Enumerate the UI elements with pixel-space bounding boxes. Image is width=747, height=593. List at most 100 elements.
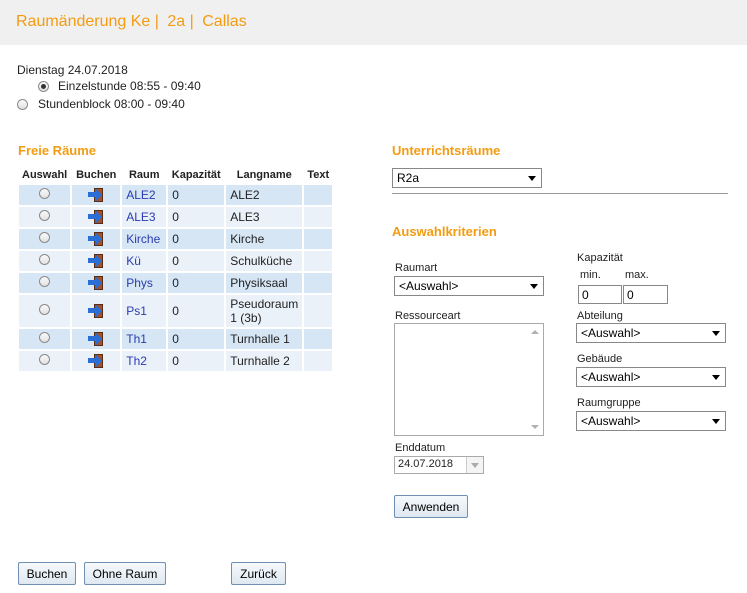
abteilung-value: <Auswahl> [581, 326, 641, 340]
header-teacher: Callas [202, 13, 247, 30]
col-raum: Raum [128, 169, 160, 181]
page-header: Raumänderung Ke | 2a | Callas [0, 0, 747, 45]
raumgruppe-label: Raumgruppe [577, 397, 641, 409]
room-longname: ALE3 [226, 207, 303, 227]
teaching-room-value: R2a [397, 171, 420, 185]
min-label: min. [580, 269, 601, 281]
room-text [304, 185, 333, 205]
back-button[interactable]: Zurück [231, 562, 286, 585]
select-room-radio[interactable] [39, 332, 51, 343]
room-text [304, 251, 333, 271]
select-room-radio[interactable] [39, 210, 51, 221]
room-capacity: 0 [168, 295, 225, 327]
room-longname: Turnhalle 1 [226, 329, 303, 349]
book-room-icon[interactable] [88, 275, 104, 291]
table-row: Kü 0 Schulküche [19, 251, 333, 271]
room-text [304, 229, 333, 249]
raumart-label: Raumart [395, 262, 438, 274]
book-room-icon[interactable] [88, 353, 104, 369]
enddatum-field[interactable]: 24.07.2018 [394, 456, 484, 474]
room-link[interactable]: Th2 [126, 354, 147, 368]
apply-button[interactable]: Anwenden [394, 495, 468, 518]
lesson-date: Dienstag 24.07.2018 [17, 63, 128, 77]
col-kapazitaet: Kapazität [171, 169, 221, 181]
chevron-down-icon [530, 284, 538, 289]
room-link[interactable]: Ps1 [126, 304, 147, 318]
scroll-up-icon[interactable] [531, 330, 539, 334]
option-stundenblock[interactable]: Stundenblock 08:00 - 09:40 [17, 97, 185, 111]
abteilung-label: Abteilung [577, 310, 623, 322]
gebaeude-value: <Auswahl> [581, 370, 641, 384]
teaching-rooms-title: Unterrichtsräume [392, 143, 501, 158]
book-room-icon[interactable] [88, 331, 104, 347]
ressourceart-label: Ressourceart [395, 310, 461, 322]
gebaeude-label: Gebäude [577, 353, 623, 365]
enddatum-value: 24.07.2018 [398, 458, 454, 470]
calendar-dropdown-icon[interactable] [466, 457, 483, 473]
room-link[interactable]: Th1 [126, 332, 147, 346]
table-row: Kirche 0 Kirche [19, 229, 333, 249]
room-link[interactable]: ALE2 [126, 188, 155, 202]
room-capacity: 0 [168, 351, 225, 371]
raumart-value: <Auswahl> [399, 279, 459, 293]
option-stundenblock-label: Stundenblock 08:00 - 09:40 [38, 97, 185, 111]
scroll-down-icon[interactable] [531, 425, 539, 429]
book-button[interactable]: Buchen [18, 562, 76, 585]
book-room-icon[interactable] [88, 209, 104, 225]
room-link[interactable]: Phys [126, 276, 153, 290]
ressourceart-listbox[interactable] [394, 323, 544, 436]
room-link[interactable]: Kirche [126, 232, 160, 246]
raumart-select[interactable]: <Auswahl> [394, 276, 544, 296]
table-row: Phys 0 Physiksaal [19, 273, 333, 293]
book-room-icon[interactable] [88, 303, 104, 319]
room-link[interactable]: ALE3 [126, 210, 155, 224]
max-label: max. [625, 269, 649, 281]
table-row: Th1 0 Turnhalle 1 [19, 329, 333, 349]
book-room-icon[interactable] [88, 253, 104, 269]
free-rooms-table: Auswahl Buchen Raum Kapazität Langname T… [17, 165, 334, 373]
no-room-button[interactable]: Ohne Raum [84, 562, 166, 585]
listbox-scrollbar[interactable] [528, 324, 543, 435]
book-room-icon[interactable] [88, 231, 104, 247]
gebaeude-select[interactable]: <Auswahl> [576, 367, 726, 387]
room-longname: Kirche [226, 229, 303, 249]
room-text [304, 273, 333, 293]
criteria-title: Auswahlkriterien [392, 224, 497, 239]
table-header-row: Auswahl Buchen Raum Kapazität Langname T… [19, 167, 332, 183]
select-room-radio[interactable] [39, 304, 51, 315]
teaching-room-select[interactable]: R2a [392, 168, 542, 188]
select-room-radio[interactable] [39, 354, 51, 365]
option-einzelstunde[interactable]: Einzelstunde 08:55 - 09:40 [38, 79, 201, 93]
chevron-down-icon [712, 375, 720, 380]
room-capacity: 0 [168, 229, 225, 249]
table-row: Th2 0 Turnhalle 2 [19, 351, 333, 371]
kapazitaet-label: Kapazität [577, 252, 623, 264]
radio-stundenblock[interactable] [17, 98, 28, 110]
table-row: Ps1 0 Pseudoraum 1 (3b) [19, 295, 333, 327]
room-text [304, 329, 333, 349]
abteilung-select[interactable]: <Auswahl> [576, 323, 726, 343]
select-room-radio[interactable] [39, 254, 51, 265]
radio-einzelstunde[interactable] [38, 80, 49, 92]
table-row: ALE2 0 ALE2 [19, 185, 333, 205]
max-capacity-input[interactable] [623, 285, 668, 304]
room-longname: Schulküche [226, 251, 303, 271]
min-capacity-input[interactable] [578, 285, 622, 304]
room-link[interactable]: Kü [126, 254, 141, 268]
select-room-radio[interactable] [39, 188, 51, 199]
enddatum-label: Enddatum [395, 442, 446, 454]
room-text [304, 207, 333, 227]
free-rooms-title: Freie Räume [18, 143, 97, 158]
raumgruppe-select[interactable]: <Auswahl> [576, 411, 726, 431]
room-capacity: 0 [168, 329, 225, 349]
room-longname: Turnhalle 2 [226, 351, 303, 371]
select-room-radio[interactable] [39, 276, 51, 287]
divider [392, 193, 728, 194]
col-text: Text [307, 169, 330, 181]
header-title: Raumänderung Ke | [16, 13, 159, 30]
chevron-down-icon [528, 176, 536, 181]
room-text [304, 295, 333, 327]
option-einzelstunde-label: Einzelstunde 08:55 - 09:40 [58, 79, 201, 93]
book-room-icon[interactable] [88, 187, 104, 203]
select-room-radio[interactable] [39, 232, 51, 243]
